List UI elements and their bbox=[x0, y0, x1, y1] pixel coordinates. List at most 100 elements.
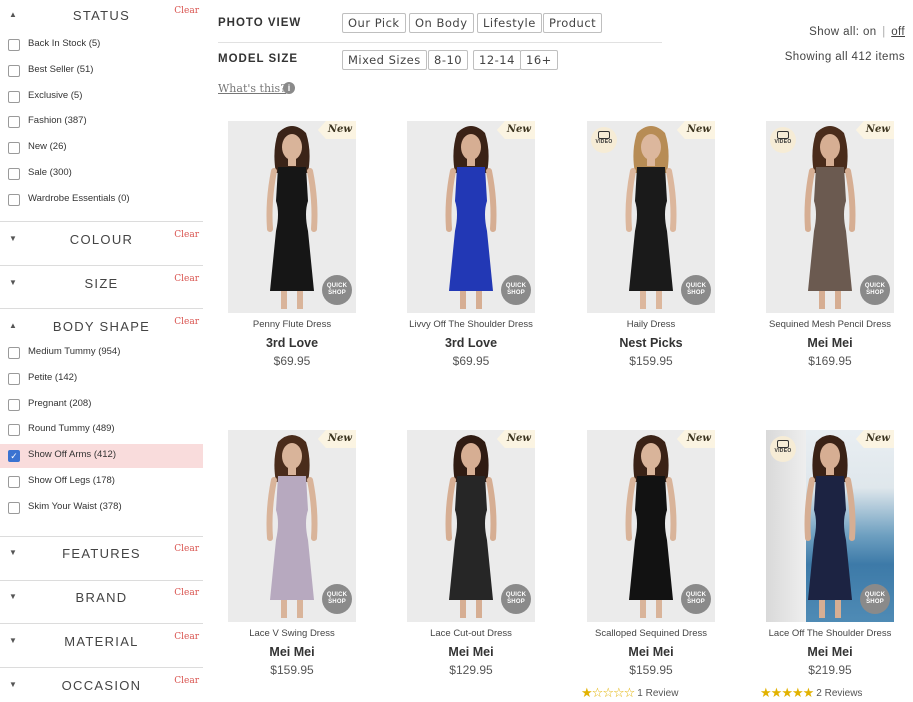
show-all-off-link[interactable]: off bbox=[891, 26, 905, 38]
chevron-down-icon[interactable]: ▼ bbox=[9, 592, 17, 601]
model-size-8-10-button[interactable]: 8-10 bbox=[428, 50, 469, 70]
clear-features-link[interactable]: Clear bbox=[174, 544, 199, 554]
filter-header-colour[interactable]: ▼ COLOUR Clear bbox=[0, 226, 203, 256]
product-name[interactable]: Livvy Off The Shoulder Dress bbox=[393, 319, 549, 330]
product-brand[interactable]: Mei Mei bbox=[573, 645, 729, 659]
product-brand[interactable]: Mei Mei bbox=[393, 645, 549, 659]
product-brand[interactable]: Mei Mei bbox=[752, 645, 908, 659]
product-name[interactable]: Penny Flute Dress bbox=[214, 319, 370, 330]
clear-colour-link[interactable]: Clear bbox=[174, 230, 199, 240]
clear-size-link[interactable]: Clear bbox=[174, 274, 199, 284]
checkbox[interactable] bbox=[8, 168, 20, 180]
product-image[interactable]: New VIDEO QUICK SHOP bbox=[587, 121, 715, 313]
product-image[interactable]: New QUICK SHOP bbox=[228, 121, 356, 313]
product-card[interactable]: New QUICK SHOP Livvy Off The Shoulder Dress… bbox=[393, 121, 573, 391]
checkbox[interactable] bbox=[8, 90, 20, 103]
clear-brand-link[interactable]: Clear bbox=[174, 588, 199, 598]
product-name[interactable]: Lace V Swing Dress bbox=[214, 628, 370, 639]
checkbox-checked[interactable]: ✓ bbox=[8, 450, 20, 463]
chevron-up-icon[interactable]: ▲ bbox=[9, 321, 17, 330]
video-icon[interactable]: VIDEO bbox=[591, 127, 617, 153]
chevron-down-icon[interactable]: ▼ bbox=[9, 680, 17, 689]
checkbox[interactable] bbox=[8, 501, 20, 514]
model-size-mixed-button[interactable]: Mixed Sizes bbox=[342, 50, 427, 70]
product-card[interactable]: New VIDEO QUICK SHOP Haily Dress Nest Picks $1… bbox=[573, 121, 753, 391]
quick-shop-button[interactable]: QUICK SHOP bbox=[501, 584, 531, 614]
product-image[interactable]: New QUICK SHOP bbox=[587, 430, 715, 622]
clear-material-link[interactable]: Clear bbox=[174, 632, 199, 642]
filter-option[interactable]: Sale (300) bbox=[0, 162, 203, 186]
filter-option[interactable]: ✓ Show Off Arms (412) bbox=[0, 444, 203, 469]
filter-header-occasion[interactable]: ▼ OCCASION Clear bbox=[0, 672, 203, 702]
quick-shop-button[interactable]: QUICK SHOP bbox=[681, 584, 711, 614]
product-image[interactable]: New QUICK SHOP bbox=[228, 430, 356, 622]
product-card[interactable]: New QUICK SHOP Lace Cut-out Dress Mei Mei $12… bbox=[393, 430, 573, 700]
filter-header-material[interactable]: ▼ MATERIAL Clear bbox=[0, 628, 203, 658]
checkbox[interactable] bbox=[8, 476, 20, 488]
checkbox[interactable] bbox=[8, 116, 20, 129]
product-brand[interactable]: Mei Mei bbox=[214, 645, 370, 659]
checkbox[interactable] bbox=[8, 39, 20, 51]
product-brand[interactable]: Nest Picks bbox=[573, 336, 729, 350]
product-card[interactable]: New QUICK SHOP Lace V Swing Dress Mei Mei $15… bbox=[214, 430, 394, 700]
quick-shop-button[interactable]: QUICK SHOP bbox=[322, 584, 352, 614]
info-icon[interactable]: i bbox=[283, 82, 295, 94]
product-brand[interactable]: 3rd Love bbox=[214, 336, 370, 350]
photo-view-on-body-button[interactable]: On Body bbox=[409, 13, 474, 33]
product-image[interactable]: New QUICK SHOP bbox=[407, 430, 535, 622]
filter-option[interactable]: Round Tummy (489) bbox=[0, 418, 203, 442]
video-icon[interactable]: VIDEO bbox=[770, 127, 796, 153]
chevron-down-icon[interactable]: ▼ bbox=[9, 636, 17, 645]
quick-shop-button[interactable]: QUICK SHOP bbox=[860, 584, 890, 614]
checkbox[interactable] bbox=[8, 347, 20, 359]
chevron-down-icon[interactable]: ▼ bbox=[9, 234, 17, 243]
product-name[interactable]: Scalloped Sequined Dress bbox=[573, 628, 729, 639]
product-image[interactable]: New VIDEO QUICK SHOP bbox=[766, 121, 894, 313]
filter-option[interactable]: Fashion (387) bbox=[0, 110, 203, 134]
checkbox[interactable] bbox=[8, 193, 20, 206]
product-card[interactable]: New VIDEO QUICK SHOP Sequined Mesh Pencil Dr… bbox=[752, 121, 913, 391]
model-size-12-14-button[interactable]: 12-14 bbox=[473, 50, 521, 70]
filter-option[interactable]: Back In Stock (5) bbox=[0, 33, 203, 57]
filter-header-brand[interactable]: ▼ BRAND Clear bbox=[0, 584, 203, 614]
clear-occasion-link[interactable]: Clear bbox=[174, 676, 199, 686]
quick-shop-button[interactable]: QUICK SHOP bbox=[322, 275, 352, 305]
clear-status-link[interactable]: Clear bbox=[174, 6, 199, 16]
review-count[interactable]: 2 Reviews bbox=[816, 688, 862, 699]
quick-shop-button[interactable]: QUICK SHOP bbox=[681, 275, 711, 305]
filter-option[interactable]: Medium Tummy (954) bbox=[0, 341, 203, 365]
show-all-on-link[interactable]: on bbox=[863, 26, 877, 38]
filter-option[interactable]: Skim Your Waist (378) bbox=[0, 496, 203, 520]
chevron-up-icon[interactable]: ▲ bbox=[9, 10, 17, 19]
checkbox[interactable] bbox=[8, 372, 20, 385]
product-image[interactable]: New QUICK SHOP bbox=[407, 121, 535, 313]
checkbox[interactable] bbox=[8, 398, 20, 411]
filter-header-features[interactable]: ▼ FEATURES Clear bbox=[0, 540, 203, 570]
filter-header-status[interactable]: ▲ STATUS Clear bbox=[0, 2, 203, 32]
product-rating[interactable]: ★★★★★ 2 Reviews bbox=[760, 684, 913, 702]
filter-option[interactable]: Pregnant (208) bbox=[0, 393, 203, 417]
filter-header-body-shape[interactable]: ▲ BODY SHAPE Clear bbox=[0, 313, 203, 343]
chevron-down-icon[interactable]: ▼ bbox=[9, 278, 17, 287]
filter-option[interactable]: Wardrobe Essentials (0) bbox=[0, 188, 203, 212]
filter-option[interactable]: Show Off Legs (178) bbox=[0, 470, 203, 494]
product-brand[interactable]: 3rd Love bbox=[393, 336, 549, 350]
product-name[interactable]: Lace Cut-out Dress bbox=[393, 628, 549, 639]
product-name[interactable]: Lace Off The Shoulder Dress bbox=[752, 628, 908, 639]
filter-option[interactable]: Exclusive (5) bbox=[0, 85, 203, 109]
review-count[interactable]: 1 Review bbox=[637, 688, 678, 699]
quick-shop-button[interactable]: QUICK SHOP bbox=[860, 275, 890, 305]
photo-view-product-button[interactable]: Product bbox=[543, 13, 603, 33]
quick-shop-button[interactable]: QUICK SHOP bbox=[501, 275, 531, 305]
product-card[interactable]: New QUICK SHOP Scalloped Sequined Dress Mei … bbox=[573, 430, 753, 700]
video-icon[interactable]: VIDEO bbox=[770, 436, 796, 462]
product-brand[interactable]: Mei Mei bbox=[752, 336, 908, 350]
checkbox[interactable] bbox=[8, 142, 20, 155]
clear-body-shape-link[interactable]: Clear bbox=[174, 317, 199, 327]
product-rating[interactable]: ★☆☆☆☆ 1 Review bbox=[581, 684, 737, 702]
product-name[interactable]: Sequined Mesh Pencil Dress bbox=[752, 319, 908, 330]
photo-view-our-pick-button[interactable]: Our Pick bbox=[342, 13, 406, 33]
checkbox[interactable] bbox=[8, 64, 20, 77]
product-image[interactable]: New VIDEO QUICK SHOP bbox=[766, 430, 894, 622]
whats-this-link[interactable]: What's this? bbox=[218, 82, 286, 95]
